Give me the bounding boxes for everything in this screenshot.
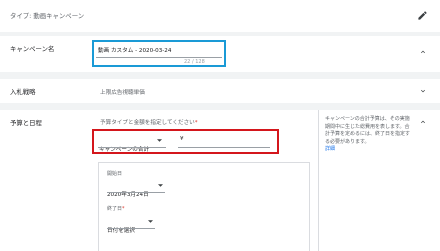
- header-card: タイプ: 動画キャンペーン: [0, 0, 440, 32]
- currency-symbol: ¥: [180, 136, 184, 142]
- budget-prompt: 予算タイプと金額を指定してください*: [100, 120, 198, 126]
- campaign-name-underline: [96, 57, 222, 58]
- dropdown-arrow-icon: [157, 139, 162, 142]
- pencil-icon[interactable]: [417, 10, 428, 21]
- help-panel-divider: [318, 110, 319, 251]
- help-text: キャンペーンの合計予算は、その実施期間中に生じた総費用を表します。合計予算を定め…: [325, 116, 411, 145]
- dates-box: 開始日 2020年3月24日 終了日* 日付を選択: [98, 162, 310, 251]
- start-date-underline: [107, 192, 165, 193]
- campaign-name-input[interactable]: 動画 カスタム - 2020-03-24: [98, 46, 171, 54]
- budget-dates-section: 予算と日程 予算タイプと金額を指定してください* キャンペーンの合計 ¥ 開始日…: [0, 110, 440, 251]
- dropdown-arrow-icon: [158, 184, 163, 187]
- help-panel: キャンペーンの合計予算は、その実施期間中に生じた総費用を表します。合計予算を定め…: [325, 116, 411, 154]
- bidding-label: 入札戦略: [10, 88, 36, 96]
- budget-type-underline: [98, 147, 166, 148]
- start-date-label: 開始日: [107, 171, 123, 177]
- end-date-label: 終了日*: [107, 206, 125, 212]
- chevron-up-icon[interactable]: [418, 117, 428, 127]
- budget-amount-underline: [178, 147, 270, 148]
- budget-type-dropdown[interactable]: キャンペーンの合計: [99, 136, 165, 153]
- campaign-name-label: キャンペーン名: [10, 45, 55, 53]
- bidding-section: 入札戦略 上限広告視聴単価: [0, 79, 440, 103]
- budget-amount-input[interactable]: [188, 135, 270, 146]
- bidding-value: 上限広告視聴単価: [100, 90, 145, 96]
- budget-dates-label: 予算と日程: [10, 119, 42, 127]
- campaign-name-section: キャンペーン名 動画 カスタム - 2020-03-24 22 / 128: [0, 36, 440, 72]
- end-date-underline: [107, 228, 155, 229]
- help-link[interactable]: 詳細: [325, 146, 411, 154]
- chevron-up-icon[interactable]: [418, 47, 428, 57]
- campaign-name-counter: 22 / 128: [184, 59, 205, 65]
- chevron-down-icon[interactable]: [418, 86, 428, 96]
- start-date-dropdown[interactable]: 2020年3月24日: [107, 181, 165, 198]
- dropdown-arrow-icon: [148, 220, 153, 223]
- end-date-dropdown[interactable]: 日付を選択: [107, 217, 157, 234]
- campaign-type-label: タイプ: 動画キャンペーン: [10, 12, 85, 20]
